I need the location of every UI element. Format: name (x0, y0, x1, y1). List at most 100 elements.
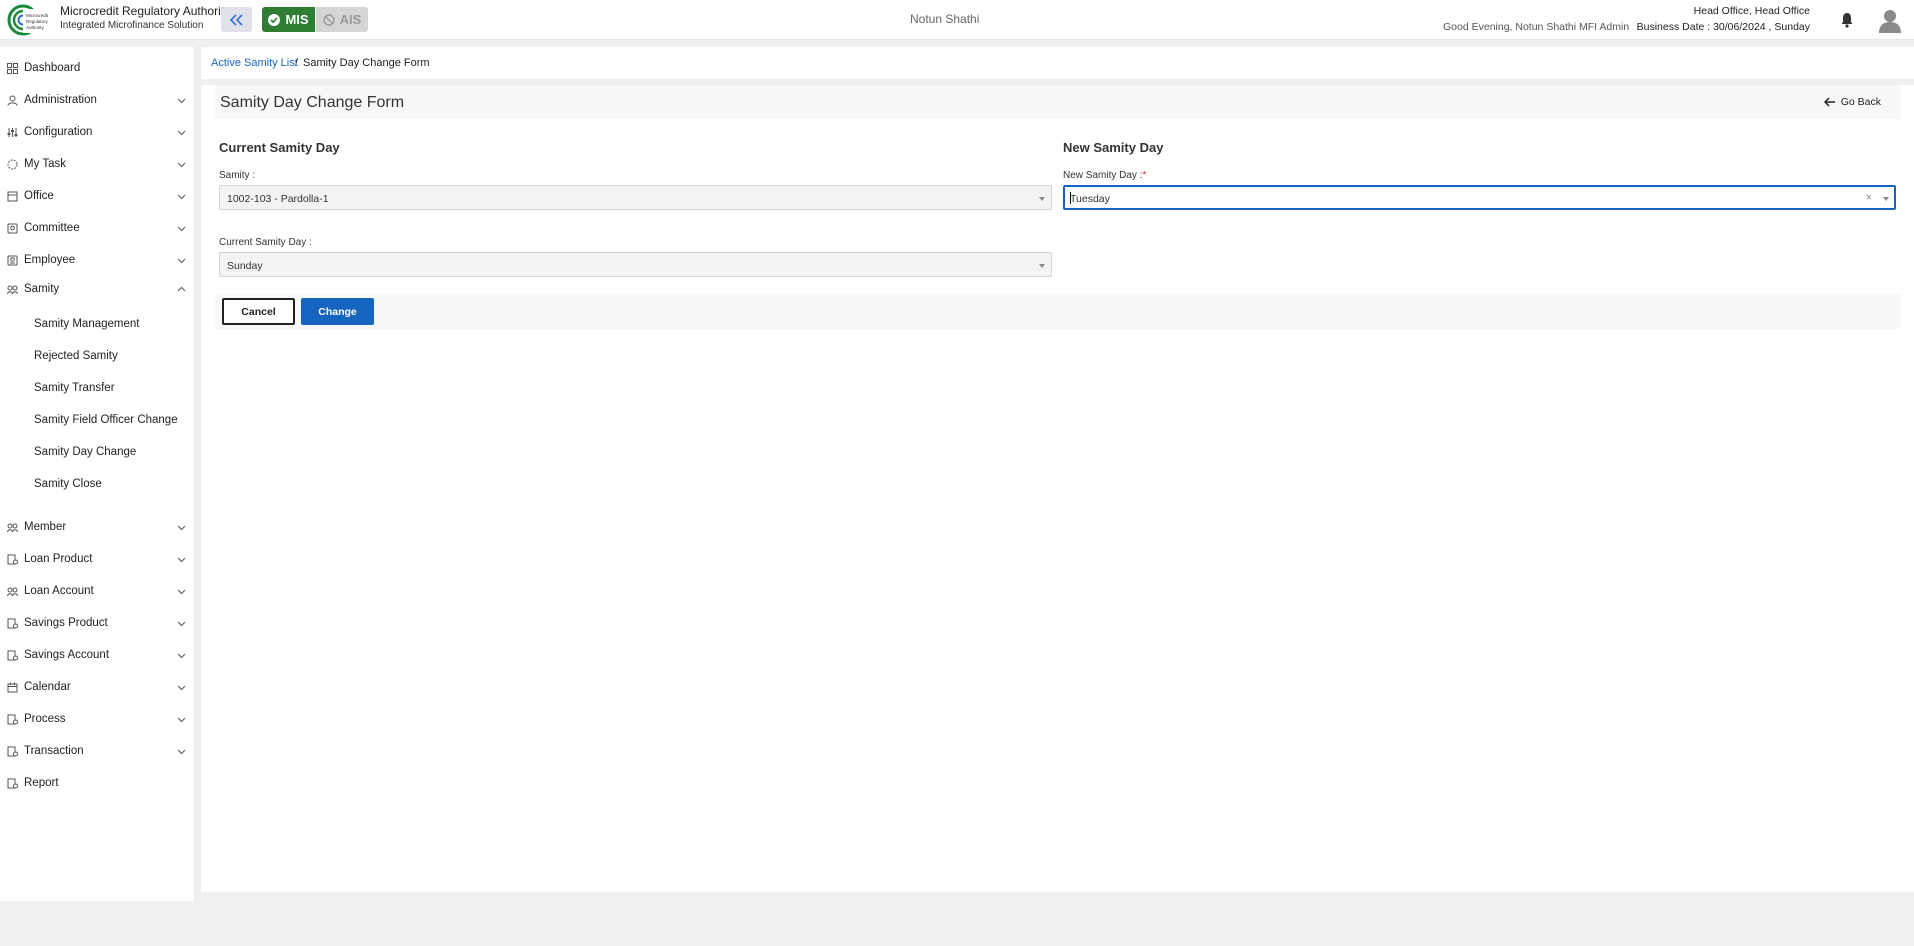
sidebar-item-committee[interactable]: Committee (0, 217, 194, 239)
savings-product-icon (7, 618, 18, 629)
chevron-down-icon (177, 162, 186, 168)
sidebar-item-label: Calendar (24, 681, 71, 693)
samity-select[interactable]: 1002-103 - Pardolla-1 (219, 185, 1052, 210)
sidebar-item-member[interactable]: Member (0, 516, 194, 538)
sidebar-item-samity[interactable]: Samity (0, 278, 194, 300)
sidebar-item-label: Transaction (24, 745, 84, 757)
sidebar-subitem-samity-day-change[interactable]: Samity Day Change (34, 446, 136, 458)
new-samity-day-label-text: New Samity Day : (1063, 170, 1143, 181)
double-chevron-left-icon (229, 13, 243, 26)
sidebar-item-calendar[interactable]: Calendar (0, 676, 194, 698)
organization-name: Notun Shathi (910, 12, 980, 26)
chevron-down-icon (177, 685, 186, 691)
sidebar-item-loan-account[interactable]: Loan Account (0, 580, 194, 602)
sidebar-item-loan-product[interactable]: Loan Product (0, 548, 194, 570)
sidebar-item-savings-product[interactable]: Savings Product (0, 612, 194, 634)
transaction-icon (7, 746, 18, 757)
sidebar: Dashboard Administration Configuration M… (0, 47, 194, 901)
breadcrumb-separator: / (295, 57, 299, 69)
samity-label: Samity : (219, 170, 256, 181)
sidebar-item-administration[interactable]: Administration (0, 89, 194, 111)
bell-icon[interactable] (1840, 12, 1854, 28)
sidebar-item-label: Office (24, 190, 54, 202)
dropdown-caret-icon (1883, 197, 1889, 201)
chevron-down-icon (177, 258, 186, 264)
greeting-text: Good Evening, Notun Shathi MFI Admin (1443, 21, 1630, 33)
form-action-bar: Cancel Change (215, 294, 1901, 329)
sidebar-item-label: My Task (24, 158, 66, 170)
sidebar-item-office[interactable]: Office (0, 185, 194, 207)
form-title-bar: Samity Day Change Form Go Back (215, 85, 1901, 119)
sidebar-item-label: Employee (24, 254, 76, 266)
dropdown-caret-icon (1039, 197, 1045, 201)
sidebar-item-transaction[interactable]: Transaction (0, 740, 194, 762)
loan-product-icon (7, 554, 18, 565)
sidebar-subitem-samity-close[interactable]: Samity Close (34, 478, 102, 490)
brand-title: Microcredit Regulatory Authority (60, 4, 231, 18)
breadcrumb-link-active-samity-list[interactable]: Active Samity List (211, 57, 298, 69)
sidebar-item-label: Configuration (24, 126, 93, 138)
chevron-down-icon (177, 557, 186, 563)
sidebar-item-employee[interactable]: Employee (0, 249, 194, 271)
breadcrumb-current: Samity Day Change Form (303, 57, 430, 69)
ais-toggle-button[interactable]: AIS (316, 7, 368, 32)
sidebar-item-process[interactable]: Process (0, 708, 194, 730)
chevron-down-icon (177, 194, 186, 200)
chevron-down-icon (177, 525, 186, 531)
check-circle-icon (268, 13, 281, 26)
mis-toggle-button[interactable]: MIS (262, 7, 315, 32)
sidebar-subitem-rejected-samity[interactable]: Rejected Samity (34, 350, 118, 362)
report-icon (7, 778, 18, 789)
svg-text:Regulatory: Regulatory (26, 19, 49, 24)
sidebar-item-label: Report (24, 777, 59, 789)
clear-icon[interactable]: × (1866, 192, 1872, 204)
loan-account-icon (7, 587, 18, 597)
brand-subtitle: Integrated Microfinance Solution (60, 20, 204, 31)
business-date: Business Date : 30/06/2024 , Sunday (1636, 21, 1810, 33)
top-header: Microcredit Regulatory Authority Microcr… (0, 0, 1914, 40)
sidebar-subitem-samity-field-officer-change[interactable]: Samity Field Officer Change (34, 414, 178, 426)
current-samity-day-value: Sunday (227, 260, 263, 272)
current-samity-day-heading: Current Samity Day (219, 140, 340, 155)
sidebar-item-label: Savings Account (24, 649, 110, 661)
collapse-sidebar-button[interactable] (221, 7, 252, 32)
sidebar-item-label: Savings Product (24, 617, 108, 629)
arrow-left-icon (1823, 97, 1835, 107)
sidebar-item-label: Loan Product (24, 553, 93, 565)
sidebar-item-savings-account[interactable]: Savings Account (0, 644, 194, 666)
sidebar-subitem-samity-transfer[interactable]: Samity Transfer (34, 382, 115, 394)
office-icon (7, 191, 18, 202)
svg-text:Microcredit: Microcredit (26, 13, 49, 18)
go-back-label: Go Back (1840, 96, 1881, 108)
sidebar-item-label: Loan Account (24, 585, 94, 597)
cancel-button[interactable]: Cancel (222, 298, 295, 325)
sidebar-item-report[interactable]: Report (0, 772, 194, 794)
go-back-button[interactable]: Go Back (1823, 96, 1881, 108)
savings-account-icon (7, 650, 18, 661)
dashboard-icon (7, 63, 18, 74)
dropdown-caret-icon (1039, 264, 1045, 268)
config-icon (7, 128, 18, 137)
mis-label: MIS (285, 12, 309, 27)
sidebar-item-dashboard[interactable]: Dashboard (0, 57, 194, 79)
sidebar-item-configuration[interactable]: Configuration (0, 121, 194, 143)
process-icon (7, 714, 18, 725)
change-button[interactable]: Change (301, 298, 374, 325)
sidebar-item-my-task[interactable]: My Task (0, 153, 194, 175)
block-icon (322, 13, 335, 26)
sidebar-subitem-samity-management[interactable]: Samity Management (34, 318, 139, 330)
new-samity-day-select[interactable]: Tuesday × (1063, 185, 1896, 210)
new-samity-day-value: Tuesday (1070, 193, 1110, 205)
committee-icon (7, 223, 18, 234)
chevron-down-icon (177, 589, 186, 595)
chevron-down-icon (177, 130, 186, 136)
samity-icon (7, 285, 18, 295)
svg-text:Authority: Authority (26, 25, 45, 30)
user-avatar-icon[interactable] (1878, 8, 1902, 33)
employee-icon (7, 255, 18, 266)
sidebar-item-label: Committee (24, 222, 80, 234)
page-title: Samity Day Change Form (220, 94, 405, 111)
chevron-down-icon (177, 98, 186, 104)
task-icon (7, 159, 18, 170)
current-samity-day-select[interactable]: Sunday (219, 252, 1052, 277)
